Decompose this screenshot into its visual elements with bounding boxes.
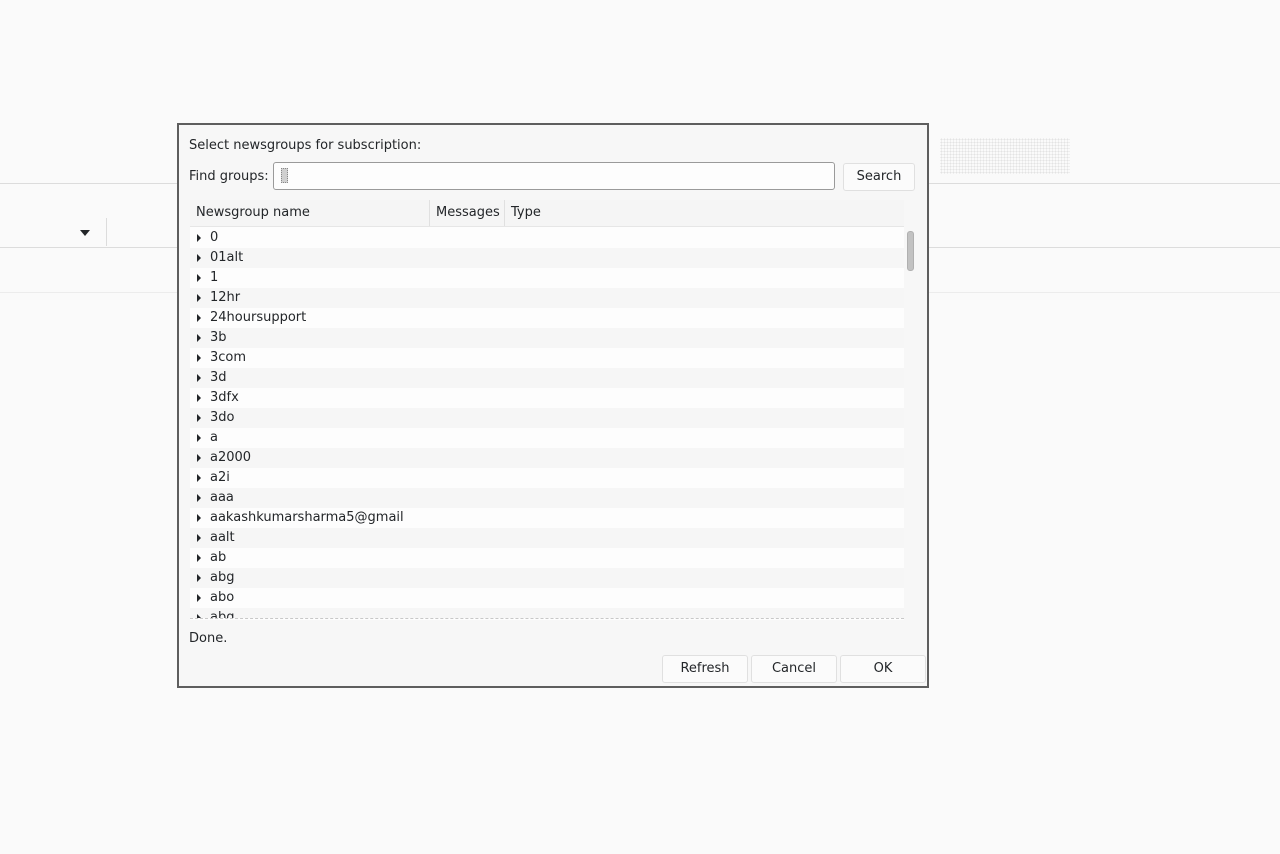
column-header-type[interactable]: Type bbox=[505, 200, 904, 226]
status-text: Done. bbox=[189, 631, 228, 646]
newsgroup-name: abg bbox=[210, 570, 235, 585]
newsgroup-row[interactable]: 3b bbox=[190, 328, 904, 348]
newsgroup-name: abo bbox=[210, 590, 235, 605]
chevron-right-icon[interactable] bbox=[197, 534, 201, 542]
newsgroup-row[interactable]: aakashkumarsharma5@gmail bbox=[190, 508, 904, 528]
newsgroup-row[interactable]: abq bbox=[190, 608, 904, 619]
newsgroup-row[interactable]: 12hr bbox=[190, 288, 904, 308]
newsgroup-row[interactable]: abg bbox=[190, 568, 904, 588]
newsgroup-row[interactable]: 24hoursupport bbox=[190, 308, 904, 328]
newsgroup-row[interactable]: ab bbox=[190, 548, 904, 568]
newsgroup-name: 12hr bbox=[210, 290, 241, 305]
newsgroup-row[interactable]: abo bbox=[190, 588, 904, 608]
chevron-down-icon[interactable] bbox=[76, 225, 94, 241]
chevron-right-icon[interactable] bbox=[197, 374, 201, 382]
chevron-right-icon[interactable] bbox=[197, 294, 201, 302]
newsgroup-tree[interactable]: Newsgroup name Messages Type 0 01alt 1 12hr… bbox=[190, 200, 904, 620]
newsgroup-name: 3com bbox=[210, 350, 247, 365]
background-pattern bbox=[940, 138, 1070, 174]
tree-header: Newsgroup name Messages Type bbox=[190, 200, 904, 227]
ok-button[interactable]: OK bbox=[840, 655, 926, 683]
newsgroup-name: aaa bbox=[210, 490, 234, 505]
chevron-right-icon[interactable] bbox=[197, 454, 201, 462]
chevron-right-icon[interactable] bbox=[197, 434, 201, 442]
chevron-right-icon[interactable] bbox=[197, 354, 201, 362]
newsgroup-name: 01alt bbox=[210, 250, 244, 265]
newsgroup-row[interactable]: 3do bbox=[190, 408, 904, 428]
newsgroup-name: 3do bbox=[210, 410, 235, 425]
newsgroup-row[interactable]: aalt bbox=[190, 528, 904, 548]
chevron-right-icon[interactable] bbox=[197, 494, 201, 502]
find-groups-input[interactable] bbox=[273, 162, 835, 190]
chevron-right-icon[interactable] bbox=[197, 574, 201, 582]
newsgroup-row[interactable]: 0 bbox=[190, 228, 904, 248]
newsgroup-name: ab bbox=[210, 550, 227, 565]
chevron-right-icon[interactable] bbox=[197, 334, 201, 342]
chevron-right-icon[interactable] bbox=[197, 514, 201, 522]
newsgroup-name: 3d bbox=[210, 370, 227, 385]
newsgroup-row[interactable]: a2i bbox=[190, 468, 904, 488]
subscribe-dialog: Select newsgroups for subscription: Find… bbox=[177, 123, 929, 688]
newsgroup-row[interactable]: 3com bbox=[190, 348, 904, 368]
chevron-right-icon[interactable] bbox=[197, 414, 201, 422]
newsgroup-name: aakashkumarsharma5@gmail bbox=[210, 510, 404, 525]
dialog-prompt: Select newsgroups for subscription: bbox=[189, 138, 422, 153]
newsgroup-name: a bbox=[210, 430, 218, 445]
search-button[interactable]: Search bbox=[843, 163, 915, 191]
background-separator bbox=[106, 218, 107, 246]
tree-scrollbar[interactable] bbox=[906, 228, 914, 620]
cancel-button[interactable]: Cancel bbox=[751, 655, 837, 683]
newsgroup-row[interactable]: aaa bbox=[190, 488, 904, 508]
newsgroup-name: a2000 bbox=[210, 450, 252, 465]
chevron-right-icon[interactable] bbox=[197, 554, 201, 562]
newsgroup-row[interactable]: 3dfx bbox=[190, 388, 904, 408]
newsgroup-row[interactable]: 1 bbox=[190, 268, 904, 288]
newsgroup-row[interactable]: a2000 bbox=[190, 448, 904, 468]
refresh-button[interactable]: Refresh bbox=[662, 655, 748, 683]
newsgroup-name: 1 bbox=[210, 270, 219, 285]
newsgroup-name: 24hoursupport bbox=[210, 310, 307, 325]
chevron-right-icon[interactable] bbox=[197, 474, 201, 482]
newsgroup-name: a2i bbox=[210, 470, 230, 485]
newsgroup-row[interactable]: 3d bbox=[190, 368, 904, 388]
newsgroup-name: abq bbox=[210, 610, 235, 619]
column-header-messages[interactable]: Messages bbox=[430, 200, 505, 226]
chevron-right-icon[interactable] bbox=[197, 614, 201, 618]
find-groups-label: Find groups: bbox=[189, 169, 269, 184]
newsgroup-row[interactable]: a bbox=[190, 428, 904, 448]
column-header-newsgroup-name[interactable]: Newsgroup name bbox=[190, 200, 430, 226]
newsgroup-list: 0 01alt 1 12hr 24hoursupport 3b 3com 3d 3dfx 3do a… bbox=[190, 228, 904, 619]
chevron-right-icon[interactable] bbox=[197, 314, 201, 322]
newsgroup-name: 0 bbox=[210, 230, 219, 245]
newsgroup-name: 3dfx bbox=[210, 390, 239, 405]
chevron-right-icon[interactable] bbox=[197, 254, 201, 262]
scrollbar-thumb[interactable] bbox=[907, 231, 914, 271]
chevron-right-icon[interactable] bbox=[197, 394, 201, 402]
chevron-right-icon[interactable] bbox=[197, 274, 201, 282]
newsgroup-name: aalt bbox=[210, 530, 235, 545]
newsgroup-name: 3b bbox=[210, 330, 227, 345]
chevron-right-icon[interactable] bbox=[197, 594, 201, 602]
newsgroup-row[interactable]: 01alt bbox=[190, 248, 904, 268]
chevron-right-icon[interactable] bbox=[197, 234, 201, 242]
text-cursor bbox=[281, 168, 288, 183]
